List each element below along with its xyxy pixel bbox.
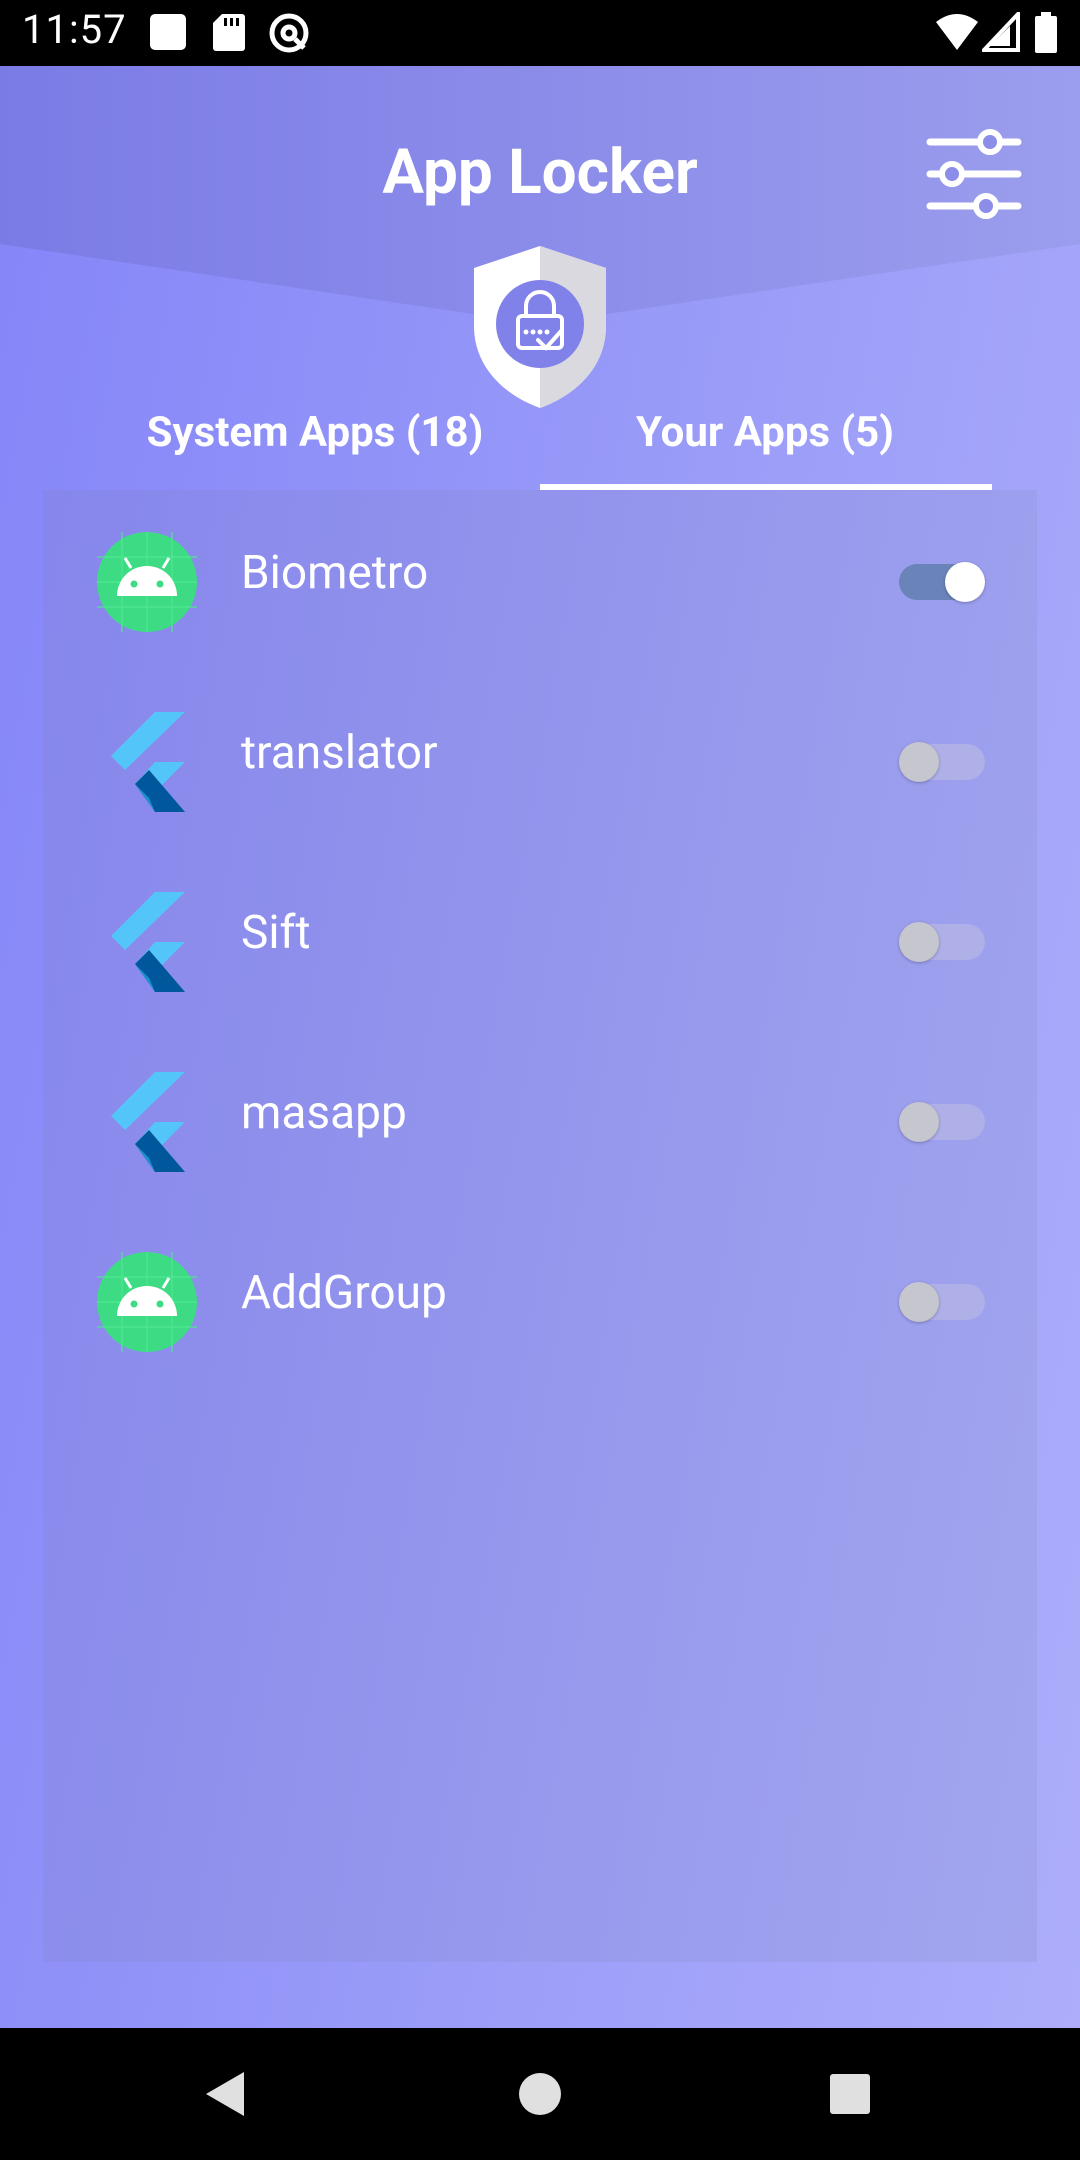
app-name: Sift bbox=[241, 906, 311, 960]
app-title: App Locker bbox=[382, 136, 698, 209]
tab-bar: System Apps (18) Your Apps (5) bbox=[0, 392, 1080, 482]
lock-toggle-translator[interactable] bbox=[899, 742, 985, 782]
app-name: Biometro bbox=[241, 546, 429, 600]
app-name: masapp bbox=[241, 1086, 407, 1140]
tab-your-apps[interactable]: Your Apps (5) bbox=[540, 392, 990, 482]
cellular-signal-icon bbox=[982, 12, 1020, 52]
flutter-icon bbox=[111, 712, 185, 812]
back-icon[interactable] bbox=[198, 2066, 254, 2122]
android-icon bbox=[97, 1252, 197, 1352]
app-row-sift[interactable]: Sift bbox=[43, 850, 1037, 1030]
app-name: translator bbox=[241, 726, 438, 780]
recents-icon[interactable] bbox=[822, 2066, 878, 2122]
flutter-icon bbox=[111, 1072, 185, 1172]
lock-toggle-biometro[interactable] bbox=[899, 562, 985, 602]
app-row-addgroup[interactable]: AddGroup bbox=[43, 1210, 1037, 1390]
lock-toggle-addgroup[interactable] bbox=[899, 1282, 985, 1322]
navigation-bar bbox=[0, 2028, 1080, 2160]
app-list-panel: Biometro translator Sift masapp AddGroup bbox=[43, 490, 1037, 1962]
battery-icon bbox=[1035, 12, 1057, 53]
lock-toggle-sift[interactable] bbox=[899, 922, 985, 962]
lock-toggle-masapp[interactable] bbox=[899, 1102, 985, 1142]
app-name: AddGroup bbox=[241, 1266, 447, 1320]
app-row-biometro[interactable]: Biometro bbox=[43, 490, 1037, 670]
at-sign-icon bbox=[269, 13, 309, 53]
app-row-masapp[interactable]: masapp bbox=[43, 1030, 1037, 1210]
app-row-translator[interactable]: translator bbox=[43, 670, 1037, 850]
app-notification-icon bbox=[150, 14, 186, 50]
status-bar: 11:57 bbox=[0, 0, 1080, 66]
status-time: 11:57 bbox=[22, 6, 127, 53]
tab-system-apps[interactable]: System Apps (18) bbox=[90, 392, 540, 482]
shield-lock-icon bbox=[474, 246, 606, 408]
sd-card-icon bbox=[213, 14, 245, 51]
flutter-icon bbox=[111, 892, 185, 992]
wifi-icon bbox=[936, 14, 978, 50]
home-icon[interactable] bbox=[512, 2066, 568, 2122]
android-icon bbox=[97, 532, 197, 632]
sliders-icon[interactable] bbox=[924, 124, 1024, 224]
